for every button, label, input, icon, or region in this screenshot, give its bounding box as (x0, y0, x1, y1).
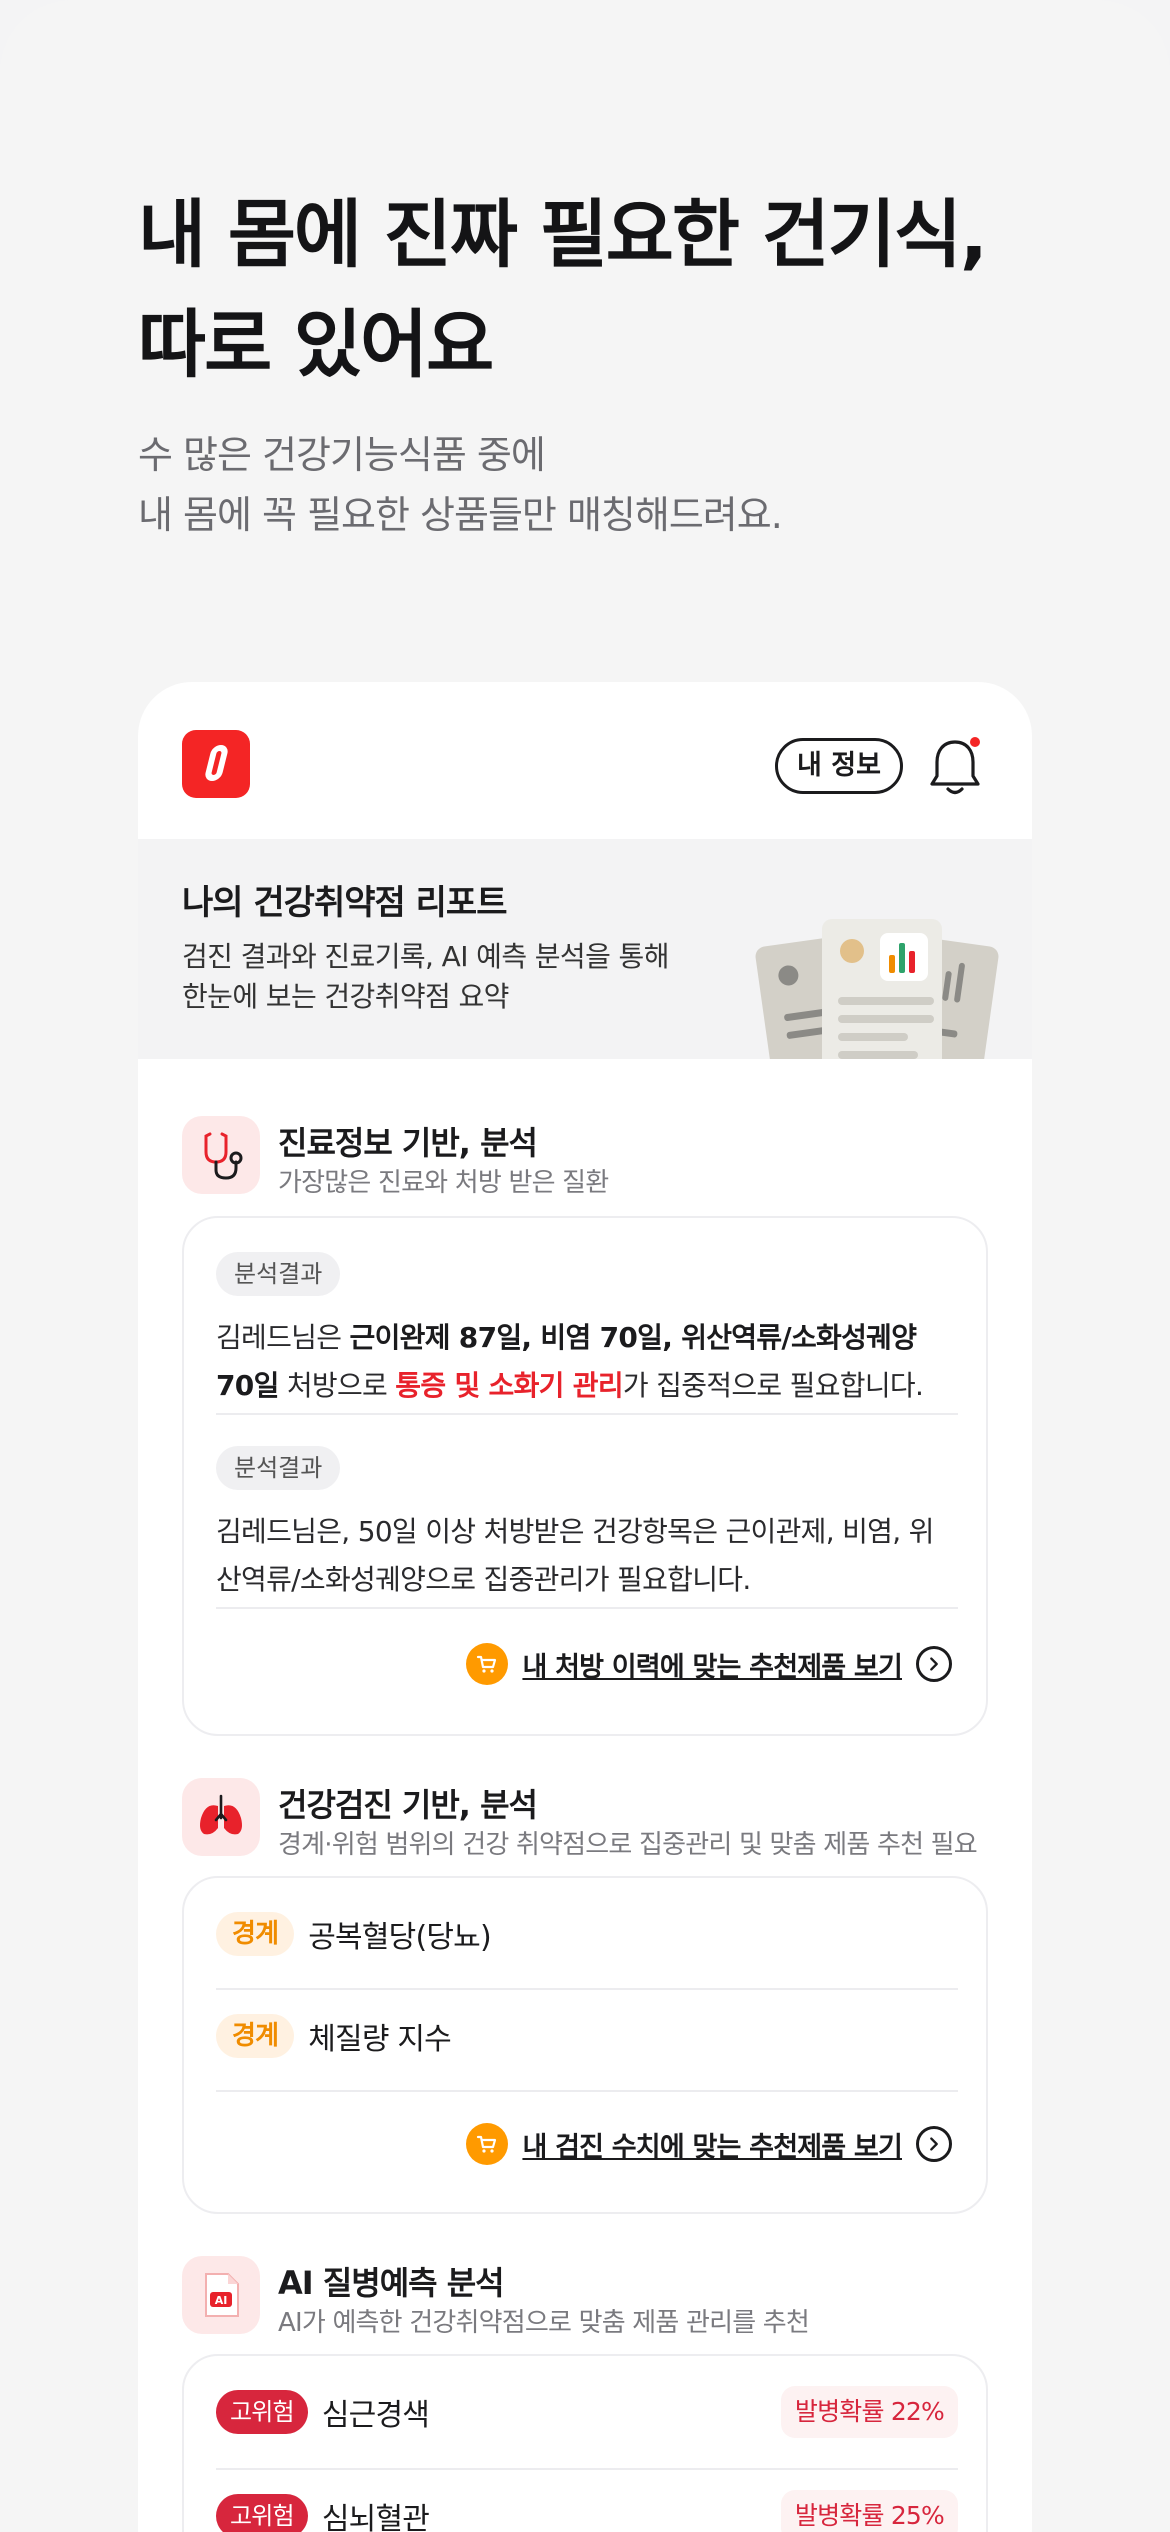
medical-analysis-card: 분석결과 김레드님은 근이완제 87일, 비염 70일, 위산역류/소화성궤양 … (182, 1216, 988, 1736)
report-title: 나의 건강취약점 리포트 (182, 883, 507, 923)
medical-section-header: 진료정보 기반, 분석 가장많은 진료와 처방 받은 질환 (182, 1116, 1002, 1198)
lungs-icon (182, 1778, 260, 1856)
hero-subtitle-line1: 수 많은 건강기능식품 중에 (138, 433, 546, 477)
divider (216, 2468, 958, 2470)
divider (216, 1413, 958, 1415)
divider (216, 1607, 958, 1609)
risk-probability: 발병확률 22% (780, 2386, 958, 2438)
page-background: 내 몸에 진짜 필요한 건기식, 따로 있어요 수 많은 건강기능식품 중에 내… (0, 0, 1170, 2532)
app-screen: 내 정보 나의 건강취약점 리포트 검진 결과와 진료기록, AI 예측 분석을… (138, 682, 1032, 2532)
high-risk-badge: 고위험 (216, 2494, 308, 2532)
cart-icon (466, 2123, 509, 2165)
analysis-result-1: 분석결과 김레드님은 근이완제 87일, 비염 70일, 위산역류/소화성궤양 … (216, 1252, 958, 1410)
hero-subtitle: 수 많은 건강기능식품 중에 내 몸에 꼭 필요한 상품들만 매칭해드려요. (138, 425, 783, 545)
analysis-result-text: 김레드님은, 50일 이상 처방받은 건강항목은 근이관제, 비염, 위산역류/… (216, 1515, 934, 1596)
ai-risk-item: 고위험 심근경색 발병확률 22% (216, 2386, 958, 2438)
checkup-item-name: 체질량 지수 (308, 2022, 452, 2057)
hero-subtitle-line2: 내 몸에 꼭 필요한 상품들만 매칭해드려요. (138, 493, 783, 537)
result-text-part: 처방으로 (278, 1369, 396, 1402)
my-info-button[interactable]: 내 정보 (775, 738, 903, 794)
analysis-result-text: 김레드님은 근이완제 87일, 비염 70일, 위산역류/소화성궤양 70일 처… (216, 1314, 958, 1410)
report-desc-line2: 한눈에 보는 건강취약점 요약 (182, 980, 509, 1013)
divider (216, 1988, 958, 1990)
medical-section-subtitle: 가장많은 진료와 처방 받은 질환 (278, 1168, 609, 1198)
analysis-result-tag: 분석결과 (216, 1252, 341, 1296)
ai-section-subtitle: AI가 예측한 건강취약점으로 맞춤 제품 관리를 추천 (278, 2308, 810, 2338)
report-desc-line1: 검진 결과와 진료기록, AI 예측 분석을 통해 (182, 940, 669, 973)
checkup-analysis-card: 경계 공복혈당(당뇨) 경계 체질량 지수 내 검진 수치에 맞는 추천제품 보… (182, 1876, 988, 2214)
chevron-right-icon (916, 2126, 952, 2162)
app-header: 내 정보 (138, 682, 1032, 839)
report-banner[interactable]: 나의 건강취약점 리포트 검진 결과와 진료기록, AI 예측 분석을 통해 한… (138, 839, 1032, 1059)
high-risk-badge: 고위험 (216, 2390, 308, 2434)
prescription-recommend-label: 내 처방 이력에 맞는 추천제품 보기 (522, 1651, 902, 1683)
checkup-recommend-link[interactable]: 내 검진 수치에 맞는 추천제품 보기 (466, 2122, 952, 2166)
report-description: 검진 결과와 진료기록, AI 예측 분석을 통해 한눈에 보는 건강취약점 요… (182, 937, 702, 1017)
report-document-illustration (755, 919, 999, 1059)
ai-analysis-card: 고위험 심근경색 발병확률 22% 고위험 심뇌혈관 발병확률 25% (182, 2354, 988, 2532)
ai-risk-name: 심근경색 (321, 2398, 430, 2433)
hero-title: 내 몸에 진짜 필요한 건기식, 따로 있어요 (138, 180, 988, 400)
checkup-section-title: 건강검진 기반, 분석 (278, 1786, 538, 1824)
result-text-part: 김레드님은 (216, 1321, 350, 1354)
ai-risk-item: 고위험 심뇌혈관 발병확률 25% (216, 2490, 958, 2532)
logo-icon[interactable] (182, 730, 250, 798)
divider (216, 2090, 958, 2092)
warning-badge: 경계 (216, 1912, 295, 1956)
result-text-part: 가 집중적으로 필요합니다. (622, 1369, 924, 1402)
ai-section-title: AI 질병예측 분석 (278, 2264, 505, 2302)
cart-icon (466, 1643, 509, 1685)
stethoscope-icon (182, 1116, 260, 1194)
chevron-right-icon (916, 1646, 952, 1682)
result-text-highlight: 통증 및 소화기 관리 (395, 1369, 623, 1402)
risk-probability: 발병확률 25% (780, 2490, 958, 2532)
medical-section-title: 진료정보 기반, 분석 (278, 1124, 538, 1162)
checkup-section-subtitle: 경계·위험 범위의 건강 취약점으로 집중관리 및 맞춤 제품 추천 필요 (278, 1830, 978, 1860)
checkup-item: 경계 공복혈당(당뇨) (216, 1912, 958, 1956)
checkup-item-name: 공복혈당(당뇨) (308, 1920, 491, 1955)
ai-file-icon: AI (182, 2256, 260, 2334)
checkup-item: 경계 체질량 지수 (216, 2014, 958, 2058)
svg-text:AI: AI (215, 2294, 228, 2307)
bell-icon[interactable] (927, 734, 983, 800)
checkup-section-header: 건강검진 기반, 분석 경계·위험 범위의 건강 취약점으로 집중관리 및 맞춤… (182, 1778, 1002, 1860)
warning-badge: 경계 (216, 2014, 295, 2058)
hero-title-line2: 따로 있어요 (138, 302, 494, 388)
ai-section-header: AI AI 질병예측 분석 AI가 예측한 건강취약점으로 맞춤 제품 관리를 … (182, 2256, 1002, 2338)
analysis-result-2: 분석결과 김레드님은, 50일 이상 처방받은 건강항목은 근이관제, 비염, … (216, 1446, 958, 1604)
analysis-result-tag: 분석결과 (216, 1446, 341, 1490)
checkup-recommend-label: 내 검진 수치에 맞는 추천제품 보기 (522, 2131, 902, 2163)
prescription-recommend-link[interactable]: 내 처방 이력에 맞는 추천제품 보기 (466, 1642, 952, 1686)
hero-title-line1: 내 몸에 진짜 필요한 건기식, (138, 192, 988, 278)
ai-risk-name: 심뇌혈관 (321, 2502, 430, 2532)
